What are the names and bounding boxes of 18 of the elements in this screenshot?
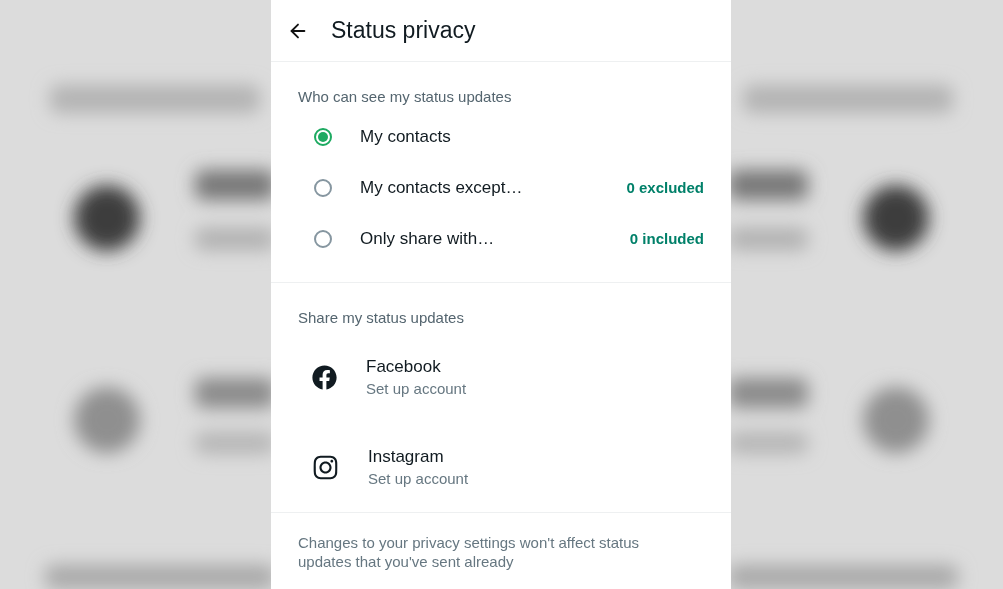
- count-label: 0 excluded: [626, 179, 704, 196]
- option-label[interactable]: Only share with…: [360, 228, 630, 249]
- info-note: Changes to your privacy settings won't affect status updates that you've sent already: [297, 533, 641, 571]
- account-name[interactable]: Facebook: [366, 357, 467, 377]
- radio-button[interactable]: [314, 127, 332, 146]
- instagram-icon: [312, 453, 339, 481]
- option-label[interactable]: My contacts except…: [360, 177, 627, 198]
- section-heading: Who can see my status updates: [297, 88, 513, 105]
- option-label[interactable]: My contacts: [360, 126, 704, 147]
- screen-title: Status privacy: [331, 17, 476, 44]
- account-subtitle: Set up account: [368, 470, 469, 487]
- count-label: 0 included: [629, 230, 704, 247]
- section-heading: Share my status updates: [297, 309, 465, 326]
- account-name[interactable]: Instagram: [368, 447, 469, 467]
- facebook-icon: [312, 364, 337, 390]
- radio-button[interactable]: [314, 178, 332, 197]
- account-subtitle: Set up account: [366, 380, 467, 397]
- radio-button[interactable]: [314, 229, 332, 248]
